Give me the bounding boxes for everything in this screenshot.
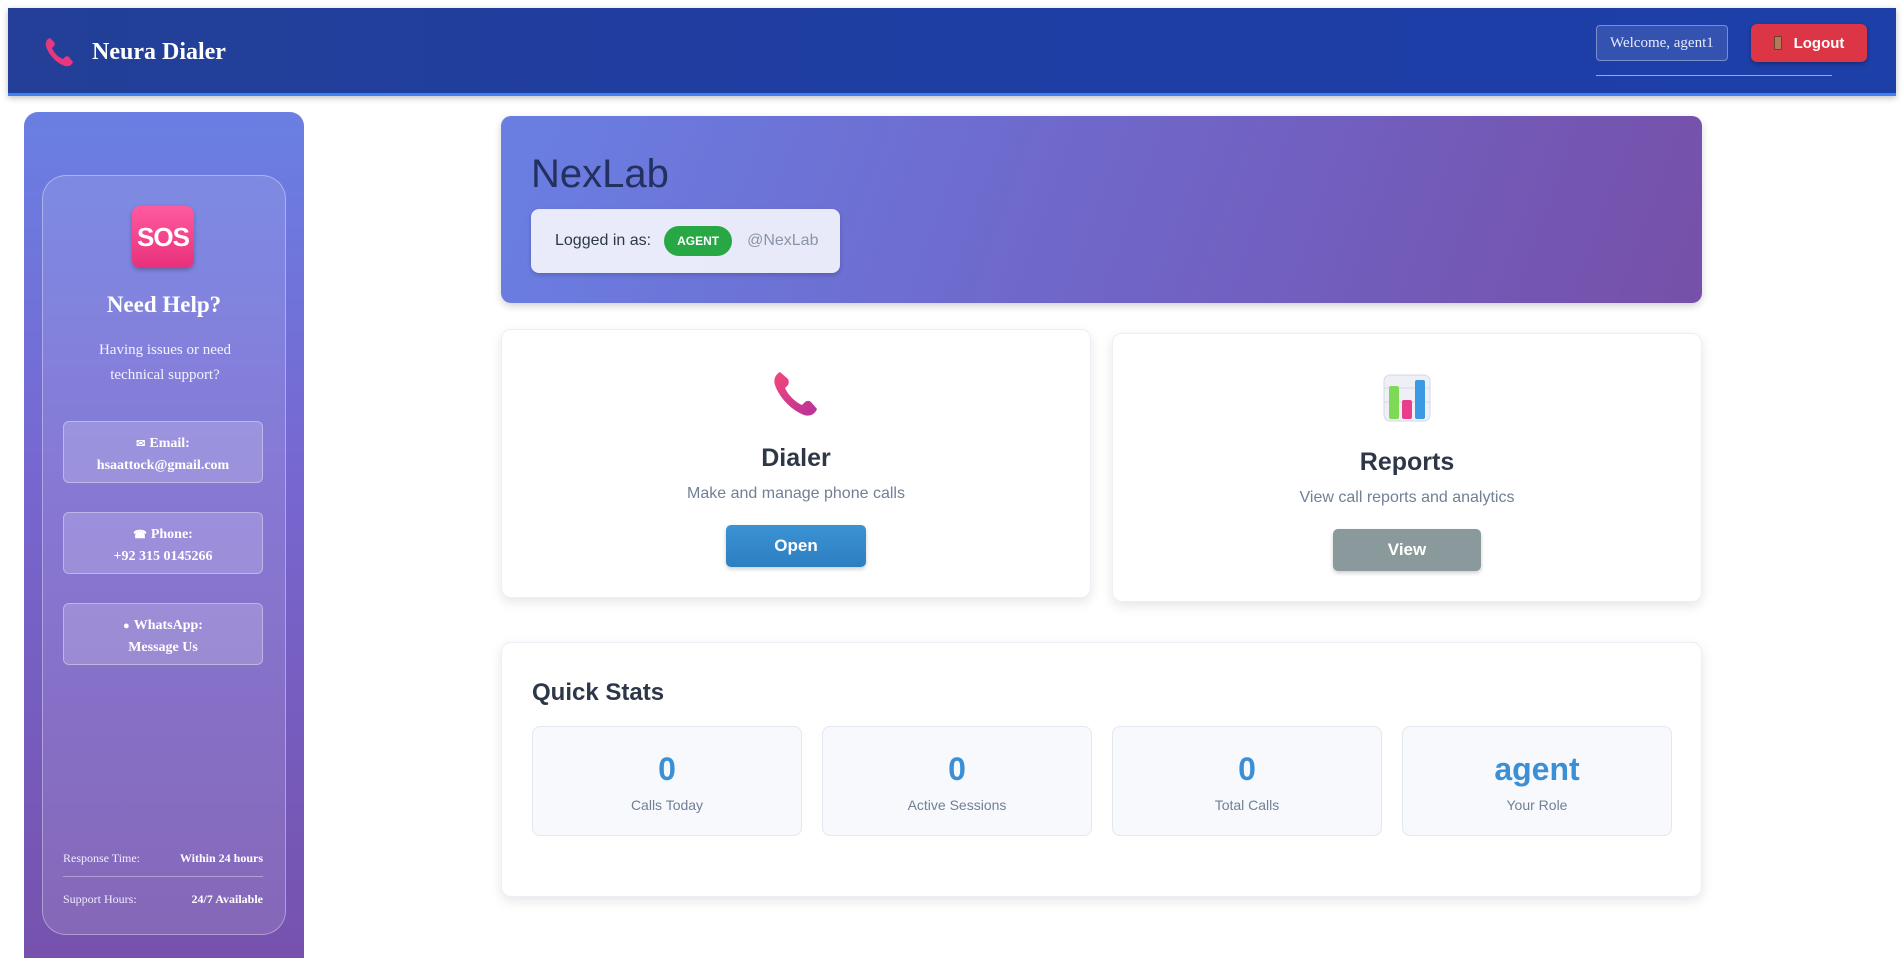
logged-in-label: Logged in as: (555, 232, 652, 249)
email-value: hsaattock@gmail.com (96, 458, 230, 473)
stat-calls-today: 0 Calls Today (532, 726, 802, 836)
stat-label: Total Calls (1214, 797, 1280, 813)
phone-icon (774, 372, 817, 416)
phone-label: Phone: (150, 527, 193, 542)
chat-icon: ● (123, 620, 130, 632)
dialer-description: Make and manage phone calls (687, 485, 905, 502)
stat-label: Calls Today (630, 797, 704, 813)
help-subtitle: Having issues or need technical support? (98, 342, 232, 383)
whatsapp-value: Message Us (128, 640, 198, 655)
view-reports-button[interactable]: View Reports (1333, 529, 1481, 601)
top-navbar: Neura Dialer Welcome, agent1 Logout (8, 8, 1896, 96)
stat-value: 0 (948, 751, 966, 787)
whatsapp-label: WhatsApp: (133, 618, 203, 633)
email-contact[interactable]: ✉ Email: hsaattock@gmail.com (63, 421, 263, 483)
open-dialer-button[interactable]: Open Dialer (726, 525, 866, 597)
welcome-text: Welcome, agent1 (1596, 25, 1728, 61)
email-icon: ✉ (136, 438, 146, 450)
stat-total-calls: 0 Total Calls (1112, 726, 1382, 836)
whatsapp-contact[interactable]: ● WhatsApp: Message Us (63, 603, 263, 665)
reports-description: View call reports and analytics (1299, 489, 1515, 506)
support-hours-row: Support Hours: 24/7 Available (63, 892, 263, 907)
phone-icon (45, 38, 73, 67)
stat-label: Active Sessions (907, 797, 1007, 813)
logout-button[interactable]: Logout (1751, 24, 1867, 62)
dialer-title: Dialer (761, 444, 831, 472)
brand[interactable]: Neura Dialer (42, 34, 226, 70)
help-sidebar: SOS Need Help? Having issues or need tec… (24, 112, 304, 958)
response-time-label: Response Time: (63, 851, 141, 865)
user-handle: @NexLab (747, 232, 819, 249)
stat-value: agent (1494, 751, 1580, 787)
help-title: Need Help? (106, 292, 222, 317)
dialer-card[interactable]: Dialer Make and manage phone calls Open … (501, 329, 1091, 598)
phone-value: +92 315 0145266 (113, 549, 213, 564)
page-title: NexLab (531, 152, 669, 196)
response-time-value: Within 24 hours (179, 851, 263, 865)
stat-active-sessions: 0 Active Sessions (822, 726, 1092, 836)
stat-your-role: agent Your Role (1402, 726, 1672, 836)
reports-title: Reports (1359, 448, 1455, 476)
email-label: Email: (149, 436, 190, 451)
stat-value: 0 (1238, 751, 1256, 787)
reports-card[interactable]: Reports View call reports and analytics … (1112, 333, 1702, 602)
divider (1596, 75, 1832, 76)
quick-stats-panel: Quick Stats 0 Calls Today 0 Active Sessi… (501, 642, 1702, 897)
sos-icon: SOS (132, 206, 194, 268)
stat-value: 0 (658, 751, 676, 787)
support-hours-label: Support Hours: (63, 892, 137, 906)
logout-label: Logout (1793, 34, 1845, 52)
brand-title: Neura Dialer (92, 38, 226, 65)
quick-stats-title: Quick Stats (532, 679, 665, 706)
stat-label: Your Role (1506, 797, 1568, 813)
response-time-row: Response Time: Within 24 hours (63, 851, 263, 866)
bar-chart-icon (1383, 374, 1431, 422)
role-badge: AGENT (664, 226, 733, 256)
door-icon (1773, 36, 1782, 50)
login-info: Logged in as: AGENT @NexLab (531, 209, 840, 273)
help-card: SOS Need Help? Having issues or need tec… (42, 175, 286, 935)
welcome-banner: NexLab Logged in as: AGENT @NexLab (501, 116, 1702, 303)
phone-icon: ☎ (133, 529, 147, 541)
phone-contact[interactable]: ☎ Phone: +92 315 0145266 (63, 512, 263, 574)
divider (63, 876, 263, 877)
support-hours-value: 24/7 Available (191, 892, 263, 906)
